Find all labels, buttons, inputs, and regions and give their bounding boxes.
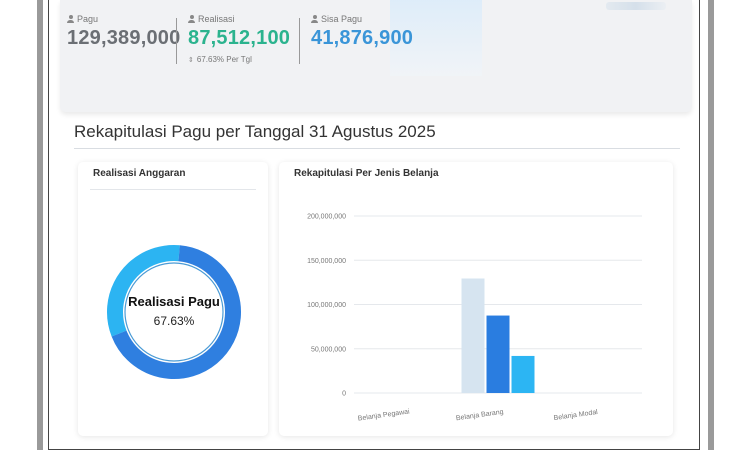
stat-realisasi-percent: 67.63% Per Tgl [196,55,252,64]
x-tick-label: Belanja Barang [456,409,504,423]
stat-divider [176,18,177,64]
x-tick-label: Belanja Modal [553,409,598,422]
y-tick-label: 0 [342,391,346,398]
stat-sisa-value: 41,876,900 [311,27,414,49]
stat-pagu-label: Pagu [77,14,99,24]
stat-realisasi-value: 87,512,100 [188,27,291,49]
card-divider [90,189,256,190]
stat-realisasi: Realisasi 87,512,100 ⇕ 67.63% Per Tgl [188,14,290,64]
stat-pagu-value: 129,389,000 [67,27,181,49]
donut-chart: Realisasi Pagu 67.63% [101,236,247,388]
bar-chart: 0 50,000,000 100,000,000 150,000,000 200,000… [307,214,642,423]
bar-belanja-barang-s0[interactable] [461,278,485,393]
stat-pagu: Pagu 129,389,000 [67,14,180,50]
bar-belanja-barang-s1[interactable] [486,315,510,393]
user-icon [311,15,318,23]
user-icon [67,15,74,23]
y-tick-label: 50,000,000 [311,346,346,353]
donut-center-label: Realisasi Pagu [128,294,220,309]
x-tick-label: Belanja Pegawai [357,408,410,422]
y-tick-label: 150,000,000 [307,258,346,265]
donut-card-title: Realisasi Anggaran [93,168,186,179]
user-icon [188,15,195,23]
bar-belanja-barang-s2[interactable] [511,355,535,393]
stat-divider [299,18,300,64]
stat-sisa-pagu: Sisa Pagu 41,876,900 [311,14,413,50]
summary-card: Pagu 129,389,000 Realisasi 87,512,100 ⇕ 6… [60,0,692,112]
stat-sisa-label: Sisa Pagu [321,14,363,24]
sort-icon: ⇕ [188,56,194,64]
donut-center-value: 67.63% [153,314,195,328]
decorative-chip [606,2,666,10]
stat-realisasi-label: Realisasi [198,14,235,24]
window-frame-right [708,0,714,450]
section-divider [74,148,680,149]
section-title: Rekapitulasi Pagu per Tanggal 31 Agustus… [74,122,436,141]
bar-card-title: Rekapitulasi Per Jenis Belanja [294,168,439,179]
y-tick-label: 200,000,000 [307,214,346,221]
y-tick-label: 100,000,000 [307,302,346,309]
window-frame-left [37,0,43,450]
